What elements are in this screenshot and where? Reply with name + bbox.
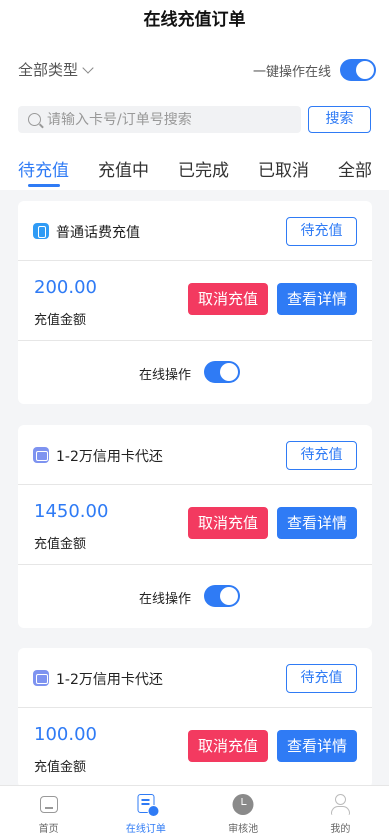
credit-card-icon: [33, 670, 49, 686]
nav-label: 首页: [38, 824, 59, 835]
orders-icon: [137, 794, 160, 817]
view-details-button[interactable]: 查看详情: [277, 283, 357, 315]
nav-label: 在线订单: [125, 824, 166, 835]
cancel-recharge-button[interactable]: 取消充值: [188, 730, 268, 762]
tab-recharging[interactable]: 充值中: [98, 156, 149, 181]
order-status-button[interactable]: 待充值: [286, 217, 357, 246]
page-title: 在线充值订单: [0, 0, 389, 42]
order-card-footer: 在线操作: [18, 565, 372, 628]
online-operation-label: 在线操作: [139, 368, 192, 383]
online-operation-toggle[interactable]: [204, 361, 240, 383]
order-title: 普通话费充值: [56, 225, 140, 241]
tab-all[interactable]: 全部: [338, 156, 372, 181]
order-card-header: 普通话费充值 待充值: [18, 201, 372, 261]
one-click-online-toggle[interactable]: [340, 59, 376, 81]
order-card-header: 1-2万信用卡代还 待充值: [18, 425, 372, 485]
filter-bar: 全部类型 一键操作在线: [0, 42, 389, 98]
nav-label: 审核池: [228, 824, 259, 835]
online-operation-label: 在线操作: [139, 592, 192, 607]
order-amount-label: 充值金额: [34, 537, 87, 552]
order-amount: 200.00: [34, 277, 97, 298]
cancel-recharge-button[interactable]: 取消充值: [188, 507, 268, 539]
order-amount: 100.00: [34, 724, 97, 745]
review-icon: [232, 794, 254, 815]
nav-item-review[interactable]: 审核池: [195, 786, 292, 837]
order-status-button[interactable]: 待充值: [286, 664, 357, 693]
credit-card-icon: [33, 447, 49, 463]
order-title: 1-2万信用卡代还: [56, 449, 163, 465]
order-card: 1-2万信用卡代还 待充值 100.00 充值金额 取消充值 查看详情: [18, 648, 372, 788]
chevron-down-icon: [82, 61, 94, 74]
phone-icon: [33, 223, 49, 239]
active-tab-indicator: [28, 184, 60, 187]
nav-item-home[interactable]: 首页: [0, 786, 97, 837]
nav-item-mine[interactable]: 我的: [292, 786, 389, 837]
tab-cancelled[interactable]: 已取消: [258, 156, 309, 181]
tab-completed[interactable]: 已完成: [178, 156, 229, 181]
user-icon: [331, 794, 351, 815]
view-details-button[interactable]: 查看详情: [277, 507, 357, 539]
order-card-body: 1450.00 充值金额 取消充值 查看详情: [18, 485, 372, 565]
order-card: 普通话费充值 待充值 200.00 充值金额 取消充值 查看详情 在线操作: [18, 201, 372, 404]
search-icon: [28, 113, 41, 126]
tab-pending[interactable]: 待充值: [18, 156, 69, 181]
status-tabs: 待充值 充值中 已完成 已取消 全部: [0, 144, 389, 190]
search-bar: 搜索: [0, 98, 389, 144]
order-title: 1-2万信用卡代还: [56, 672, 163, 688]
order-card-header: 1-2万信用卡代还 待充值: [18, 648, 372, 708]
nav-item-orders[interactable]: 在线订单: [97, 786, 194, 837]
order-amount: 1450.00: [34, 501, 109, 522]
order-status-button[interactable]: 待充值: [286, 441, 357, 470]
order-card-body: 100.00 充值金额 取消充值 查看详情: [18, 708, 372, 788]
order-amount-label: 充值金额: [34, 760, 87, 775]
order-amount-label: 充值金额: [34, 313, 87, 328]
online-operation-toggle[interactable]: [204, 585, 240, 607]
nav-label: 我的: [330, 824, 351, 835]
order-card-footer: 在线操作: [18, 341, 372, 404]
search-field[interactable]: [18, 106, 301, 133]
home-icon: [39, 796, 58, 813]
bottom-nav: 首页 在线订单 审核池 我的: [0, 785, 389, 837]
one-click-online-label: 一键操作在线: [252, 65, 331, 80]
type-select[interactable]: 全部类型: [18, 59, 94, 80]
view-details-button[interactable]: 查看详情: [277, 730, 357, 762]
order-card: 1-2万信用卡代还 待充值 1450.00 充值金额 取消充值 查看详情 在线操…: [18, 425, 372, 628]
search-button[interactable]: 搜索: [308, 106, 371, 133]
search-input[interactable]: [47, 111, 267, 128]
order-card-body: 200.00 充值金额 取消充值 查看详情: [18, 261, 372, 341]
cancel-recharge-button[interactable]: 取消充值: [188, 283, 268, 315]
type-select-label: 全部类型: [18, 61, 79, 79]
